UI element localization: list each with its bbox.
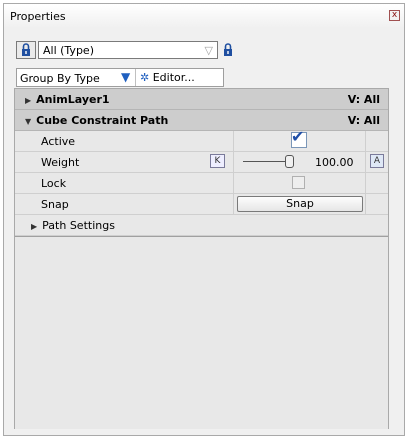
divider	[233, 131, 234, 151]
expand-arrow-icon[interactable]: ▶	[25, 96, 31, 105]
chevron-down-icon: ▽	[204, 44, 213, 57]
snap-button[interactable]: Snap	[237, 196, 363, 212]
subgroup-row-path-settings[interactable]: ▶ Path Settings	[15, 215, 388, 236]
visibility-label: V: All	[347, 93, 380, 106]
dropdown-arrow-icon[interactable]: ▼	[121, 70, 130, 84]
gear-icon: ✲	[140, 71, 150, 84]
type-filter-dropdown[interactable]: All (Type) ▽	[38, 41, 218, 59]
divider	[365, 194, 366, 214]
window-title: Properties	[10, 10, 66, 23]
property-row-active: Active ✔	[15, 127, 388, 152]
property-label: Snap	[41, 198, 69, 211]
divider	[233, 173, 234, 193]
type-filter-value: All (Type)	[43, 44, 94, 57]
properties-panel: Properties x All (Type) ▽ Group By Type …	[3, 3, 405, 436]
weight-slider-thumb[interactable]	[285, 155, 294, 168]
property-label: Weight	[41, 156, 80, 169]
group-title: Cube Constraint Path	[36, 114, 169, 127]
empty-grid-area	[15, 236, 388, 429]
property-label: Lock	[41, 177, 67, 190]
lock-button[interactable]	[16, 41, 36, 59]
group-header-animlayer[interactable]: ▶ AnimLayer1 V: All	[15, 89, 388, 110]
property-row-lock: Lock	[15, 173, 388, 194]
close-button[interactable]: x	[389, 10, 400, 21]
editor-button-label: Editor...	[152, 71, 195, 84]
divider	[365, 131, 366, 151]
divider	[365, 152, 366, 172]
lock-icon	[22, 43, 30, 56]
expand-arrow-icon[interactable]: ▶	[31, 222, 37, 231]
subgroup-title: Path Settings	[42, 219, 115, 232]
group-header-cube-constraint-path[interactable]: ▼ Cube Constraint Path V: All	[15, 110, 388, 131]
group-name: ▼ Cube Constraint Path	[25, 114, 168, 127]
group-by-label[interactable]: Group By Type	[20, 72, 100, 85]
property-grid: ▶ AnimLayer1 V: All ▼ Cube Constraint Path…	[14, 88, 389, 429]
editor-button[interactable]: ✲ Editor...	[135, 69, 195, 86]
lock-checkbox[interactable]	[292, 176, 305, 189]
collapse-arrow-icon[interactable]: ▼	[25, 117, 31, 126]
group-name: ▶ AnimLayer1	[25, 93, 110, 106]
lock-icon	[224, 43, 232, 56]
property-row-weight: Weight K 100.00 A	[15, 152, 388, 173]
filter-toolbar: All (Type) ▽	[16, 39, 232, 61]
property-label: Active	[41, 135, 76, 148]
checkmark-icon: ✔	[291, 127, 305, 146]
active-checkbox[interactable]: ✔	[291, 127, 307, 148]
subgroup-name: ▶ Path Settings	[31, 219, 115, 232]
title-bar: Properties x	[4, 4, 404, 28]
animation-button[interactable]: A	[370, 154, 384, 168]
weight-value[interactable]: 100.00	[315, 156, 354, 169]
keyframe-button[interactable]: K	[210, 154, 225, 168]
group-toolbar: Group By Type ▼ ✲ Editor...	[16, 68, 224, 87]
group-title: AnimLayer1	[36, 93, 110, 106]
lock-filter-button[interactable]	[219, 41, 237, 59]
visibility-label: V: All	[347, 114, 380, 127]
divider	[233, 194, 234, 214]
divider	[233, 152, 234, 172]
property-row-snap: Snap Snap	[15, 194, 388, 215]
divider	[365, 173, 366, 193]
